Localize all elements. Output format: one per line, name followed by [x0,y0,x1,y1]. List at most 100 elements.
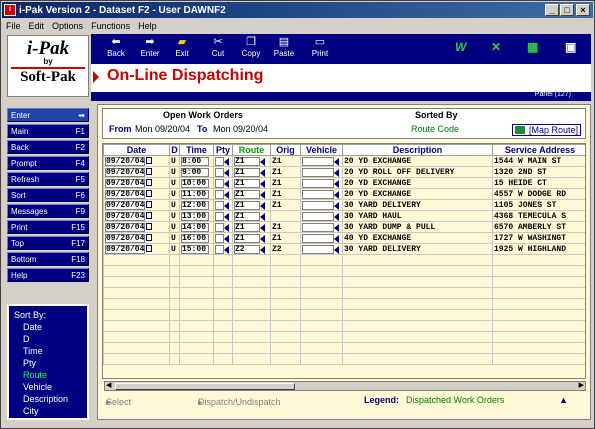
col-header-route[interactable]: Route [232,144,271,156]
map-route-button[interactable]: [Map Route] [511,124,581,136]
route-dropdown-icon[interactable] [260,168,265,177]
vehicle-field[interactable] [302,200,334,210]
time-field[interactable]: 8:00 [181,156,209,166]
col-header-orig[interactable]: Orig [270,144,301,156]
calculator-icon[interactable]: ▦ [527,40,538,54]
sidebar-main-button[interactable]: Main F1 [7,124,89,138]
vehicle-field[interactable] [302,178,334,188]
date-field[interactable]: 09/20/04 [105,189,146,199]
maximize-button[interactable]: □ [560,4,574,16]
date-field[interactable]: 09/20/04 [105,178,146,188]
sort-option-date[interactable]: Date [14,321,82,333]
minimize-button[interactable]: _ [545,4,559,16]
pty-dropdown-icon[interactable] [224,201,229,210]
table-row[interactable]: 09/20/04 U 14:00 Z1 Z1 30 YARD DUMP & PULL 657… [103,221,585,233]
vehicle-dropdown-icon[interactable] [334,157,339,166]
sort-option-vehicle[interactable]: Vehicle [14,381,82,393]
route-dropdown-icon[interactable] [260,234,265,243]
excel-icon[interactable]: ✕ [491,40,501,54]
pty-dropdown-icon[interactable] [224,168,229,177]
vehicle-dropdown-icon[interactable] [334,245,339,254]
menu-help[interactable]: Help [134,21,161,31]
toolbar-cut-button[interactable]: ✂ Cut [201,35,235,58]
col-header-pty[interactable]: Pty [213,144,233,156]
vehicle-field[interactable] [302,167,334,177]
pty-dropdown-icon[interactable] [224,179,229,188]
vehicle-field[interactable] [302,233,334,243]
time-field[interactable]: 16:00 [181,233,209,243]
pty-field[interactable] [215,156,224,166]
menu-functions[interactable]: Functions [87,21,134,31]
scroll-up-icon[interactable]: ▲ [559,395,568,405]
route-field[interactable]: Z1 [234,233,260,243]
route-field[interactable]: Z2 [234,244,260,254]
route-field[interactable]: Z1 [234,189,260,199]
table-row[interactable]: 09/20/04 U 9:00 Z1 Z1 20 YD ROLL OFF DELIVERY… [103,166,585,178]
vehicle-dropdown-icon[interactable] [334,168,339,177]
route-field[interactable]: Z1 [234,222,260,232]
date-field[interactable]: 09/20/04 [105,222,146,232]
sidebar-prompt-button[interactable]: Prompt F4 [7,156,89,170]
col-header-d[interactable]: D [169,144,180,156]
calendar-icon[interactable] [146,189,153,197]
menu-file[interactable]: File [2,21,25,31]
date-field[interactable]: 09/20/04 [105,156,146,166]
table-row[interactable]: 09/20/04 U 12:00 Z1 Z1 30 YARD DELIVERY 1105 J… [103,199,585,211]
pty-dropdown-icon[interactable] [224,212,229,221]
time-field[interactable]: 13:00 [181,211,209,221]
pty-dropdown-icon[interactable] [224,190,229,199]
horizontal-scrollbar[interactable]: ◀ ▶ [104,381,586,391]
route-dropdown-icon[interactable] [260,212,265,221]
route-dropdown-icon[interactable] [260,245,265,254]
col-header-date[interactable]: Date [103,144,170,156]
vehicle-field[interactable] [302,244,334,254]
vehicle-dropdown-icon[interactable] [334,223,339,232]
calendar-icon[interactable] [146,200,153,208]
calendar-icon[interactable] [146,233,153,241]
scroll-left-icon[interactable]: ◀ [106,382,111,390]
date-field[interactable]: 09/20/04 [105,167,146,177]
toolbar-copy-button[interactable]: ❐ Copy [234,35,268,58]
pty-field[interactable] [215,189,224,199]
sidebar-enter-button[interactable]: Enter ➡ [7,108,89,122]
calendar-icon[interactable] [146,211,153,219]
sort-option-route[interactable]: Route [14,369,82,381]
pty-field[interactable] [215,200,224,210]
toolbar-print-button[interactable]: ▭ Print [303,35,337,58]
table-row[interactable]: 09/20/04 U 10:00 Z1 Z1 20 YD EXCHANGE 15 HEIDE… [103,177,585,189]
route-field[interactable]: Z1 [234,200,260,210]
sidebar-print-button[interactable]: Print F15 [7,220,89,234]
col-header-description[interactable]: Description [342,144,493,156]
time-field[interactable]: 15:00 [181,244,209,254]
vehicle-dropdown-icon[interactable] [334,212,339,221]
pty-field[interactable] [215,211,224,221]
calendar-icon[interactable] [146,156,153,164]
calendar-icon[interactable] [146,222,153,230]
toolbar-enter-button[interactable]: ➡ Enter [133,35,167,58]
sidebar-sort-button[interactable]: Sort F6 [7,188,89,202]
time-field[interactable]: 11:00 [181,189,209,199]
pty-dropdown-icon[interactable] [224,223,229,232]
vehicle-dropdown-icon[interactable] [334,201,339,210]
vehicle-field[interactable] [302,156,334,166]
date-field[interactable]: 09/20/04 [105,244,146,254]
table-row[interactable]: 09/20/04 U 15:00 Z2 Z2 30 YARD DELIVERY 1925 W… [103,243,585,255]
pty-field[interactable] [215,222,224,232]
close-button[interactable]: × [576,4,590,16]
table-row[interactable]: 09/20/04 U 16:00 Z1 Z1 40 YD EXCHANGE 1727 W W… [103,232,585,244]
toolbar-back-button[interactable]: ⬅ Back [99,35,133,58]
time-field[interactable]: 10:00 [181,178,209,188]
vehicle-field[interactable] [302,222,334,232]
sort-option-pty[interactable]: Pty [14,357,82,369]
date-field[interactable]: 09/20/04 [105,211,146,221]
vehicle-field[interactable] [302,189,334,199]
route-dropdown-icon[interactable] [260,190,265,199]
sidebar-help-button[interactable]: Help F23 [7,268,89,282]
pty-field[interactable] [215,178,224,188]
calendar-icon[interactable] [146,244,153,252]
route-dropdown-icon[interactable] [260,179,265,188]
sidebar-back-button[interactable]: Back F2 [7,140,89,154]
time-field[interactable]: 9:00 [181,167,209,177]
col-header-time[interactable]: Time [179,144,214,156]
route-dropdown-icon[interactable] [260,157,265,166]
